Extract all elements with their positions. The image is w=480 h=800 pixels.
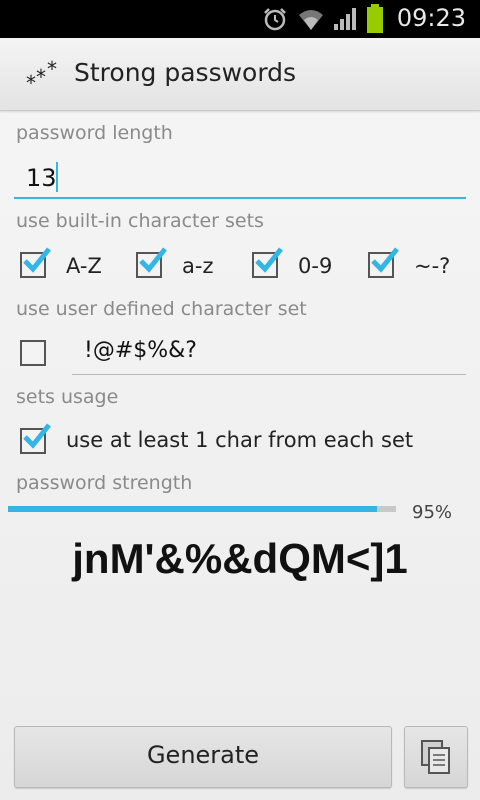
builtin-sets-label: use built-in character sets	[16, 210, 264, 232]
checkbox-digits-label: 0-9	[298, 254, 333, 278]
generated-password: jnM'&%&dQM<]1	[72, 535, 408, 582]
app-title: Strong passwords	[74, 58, 297, 87]
checkbox-symbols[interactable]	[368, 247, 399, 278]
checkmark-icon	[23, 423, 51, 449]
signal-icon	[334, 8, 356, 30]
svg-text:*: *	[47, 60, 57, 81]
generate-button-label: Generate	[146, 741, 260, 769]
user-set-underline	[72, 374, 466, 375]
checkbox-each-set[interactable]	[20, 423, 51, 454]
battery-icon	[367, 4, 383, 33]
checkbox-lowercase[interactable]	[136, 247, 167, 278]
checkbox-box	[20, 340, 46, 366]
checkbox-lowercase-label: a-z	[182, 254, 214, 278]
strength-percent: 95%	[412, 502, 453, 523]
svg-text:*: *	[26, 71, 36, 90]
copy-icon	[421, 740, 450, 774]
checkmark-icon	[139, 247, 167, 273]
checkbox-digits[interactable]	[252, 247, 283, 278]
text-cursor	[56, 162, 58, 192]
user-set-value: !@#$%&?	[84, 338, 197, 363]
checkbox-user-set[interactable]	[20, 340, 46, 366]
strength-label: password strength	[16, 472, 193, 494]
strength-progress-fill	[8, 506, 377, 512]
generate-button[interactable]: Generate	[14, 726, 392, 788]
checkmark-icon	[255, 247, 283, 273]
checkmark-icon	[371, 247, 399, 273]
checkmark-icon	[23, 247, 51, 273]
status-bar: 09:23	[0, 0, 480, 38]
wifi-icon	[299, 10, 323, 30]
strength-progress-bar	[8, 506, 396, 512]
alarm-icon	[264, 8, 286, 31]
svg-text:*: *	[36, 65, 46, 89]
clock: 09:23	[396, 4, 466, 32]
checkbox-symbols-label: ~-?	[414, 254, 451, 278]
checkbox-uppercase-label: A-Z	[66, 254, 102, 278]
password-length-label: password length	[16, 122, 173, 144]
checkbox-uppercase[interactable]	[20, 247, 51, 278]
checkbox-each-set-label: use at least 1 char from each set	[66, 428, 414, 452]
password-length-underline	[14, 197, 466, 199]
user-set-label: use user defined character set	[16, 298, 307, 320]
action-bar: * * * Strong passwords	[0, 38, 480, 111]
password-length-value: 13	[26, 164, 57, 192]
copy-button[interactable]	[404, 726, 468, 788]
app-asterisks-icon: * * *	[26, 60, 57, 90]
password-length-field[interactable]: 13	[14, 150, 466, 200]
sets-usage-label: sets usage	[16, 386, 119, 408]
user-set-field[interactable]: !@#$%&?	[72, 332, 466, 376]
